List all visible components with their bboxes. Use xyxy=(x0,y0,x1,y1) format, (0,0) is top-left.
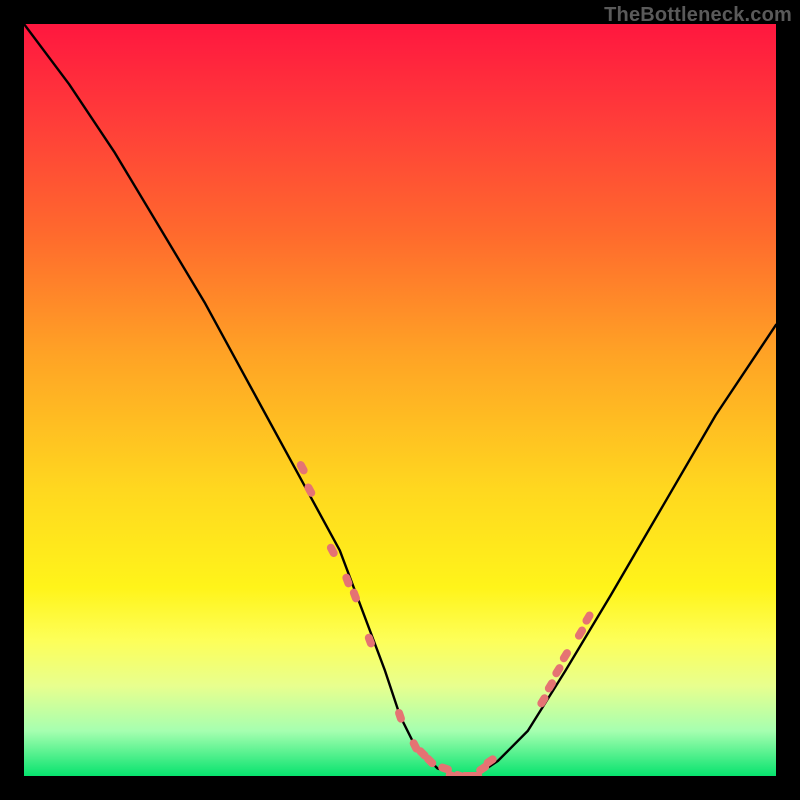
marker-group xyxy=(295,460,595,776)
marker-point xyxy=(394,708,406,724)
chart-svg xyxy=(24,24,776,776)
curve-line xyxy=(24,24,776,776)
chart-plot-area xyxy=(24,24,776,776)
